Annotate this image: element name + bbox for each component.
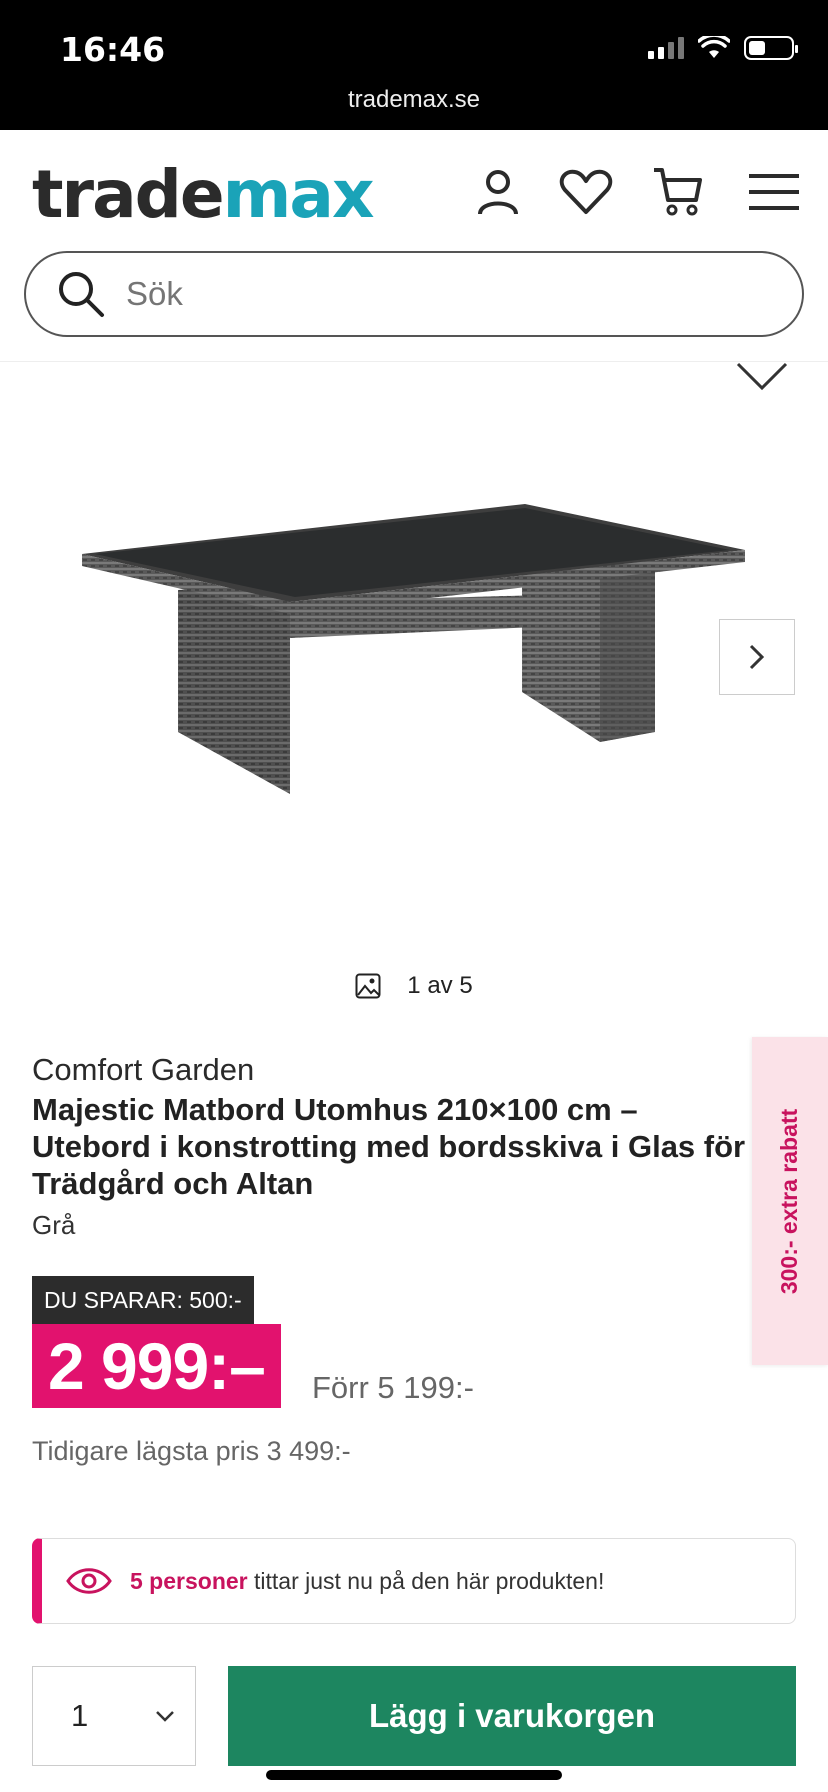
eye-icon: [66, 1568, 112, 1594]
product-title: Majestic Matbord Utomhus 210×100 cm – Ut…: [32, 1092, 746, 1201]
viewers-notice: 5 personer tittar just nu på den här pro…: [32, 1538, 796, 1624]
chevron-down-icon[interactable]: [736, 362, 788, 392]
image-counter-text: 1 av 5: [407, 972, 473, 999]
image-icon: [355, 973, 381, 999]
savings-badge: DU SPARAR: 500:-: [32, 1276, 254, 1324]
status-bar: 16:46 trademax.se: [0, 0, 828, 130]
old-price: Förr 5 199:-: [312, 1370, 474, 1405]
quantity-select[interactable]: 1: [32, 1666, 196, 1766]
url-bar[interactable]: trademax.se: [0, 86, 828, 114]
image-counter: 1 av 5: [0, 972, 828, 1000]
home-indicator: [266, 1770, 562, 1780]
viewers-count: 5 personer: [130, 1567, 248, 1594]
product-image: [82, 504, 745, 794]
status-time: 16:46: [60, 30, 166, 69]
search-input[interactable]: [126, 275, 726, 313]
quantity-value: 1: [71, 1698, 89, 1733]
status-icons: [648, 36, 798, 60]
search-bar[interactable]: [24, 251, 804, 337]
battery-icon: [744, 36, 798, 60]
trademax-logo[interactable]: trademax: [32, 156, 375, 233]
cart-icon[interactable]: [648, 162, 708, 222]
product-brand[interactable]: Comfort Garden: [32, 1052, 762, 1088]
menu-icon[interactable]: [744, 162, 804, 222]
chevron-down-icon: [156, 1711, 174, 1722]
wifi-icon: [698, 36, 730, 58]
extra-discount-label: 300:- extra rabatt: [776, 1108, 803, 1294]
site-header: trademax: [0, 130, 828, 362]
product-info: Comfort Garden Majestic Matbord Utomhus …: [32, 1052, 762, 1241]
product-price: 2 999:–: [32, 1324, 281, 1408]
heart-icon[interactable]: [556, 162, 616, 222]
signal-icon: [648, 37, 684, 59]
viewers-text: tittar just nu på den här produkten!: [254, 1567, 605, 1594]
chevron-right-icon: [749, 644, 765, 670]
user-icon[interactable]: [468, 162, 528, 222]
product-variant: Grå: [32, 1210, 76, 1240]
add-to-cart-button[interactable]: Lägg i varukorgen: [228, 1666, 796, 1766]
next-image-button[interactable]: [719, 619, 795, 695]
search-icon: [59, 272, 104, 317]
product-gallery[interactable]: 1 av 5: [0, 362, 828, 1002]
lowest-price: Tidigare lägsta pris 3 499:-: [32, 1436, 351, 1466]
extra-discount-tab[interactable]: 300:- extra rabatt: [752, 1037, 828, 1365]
